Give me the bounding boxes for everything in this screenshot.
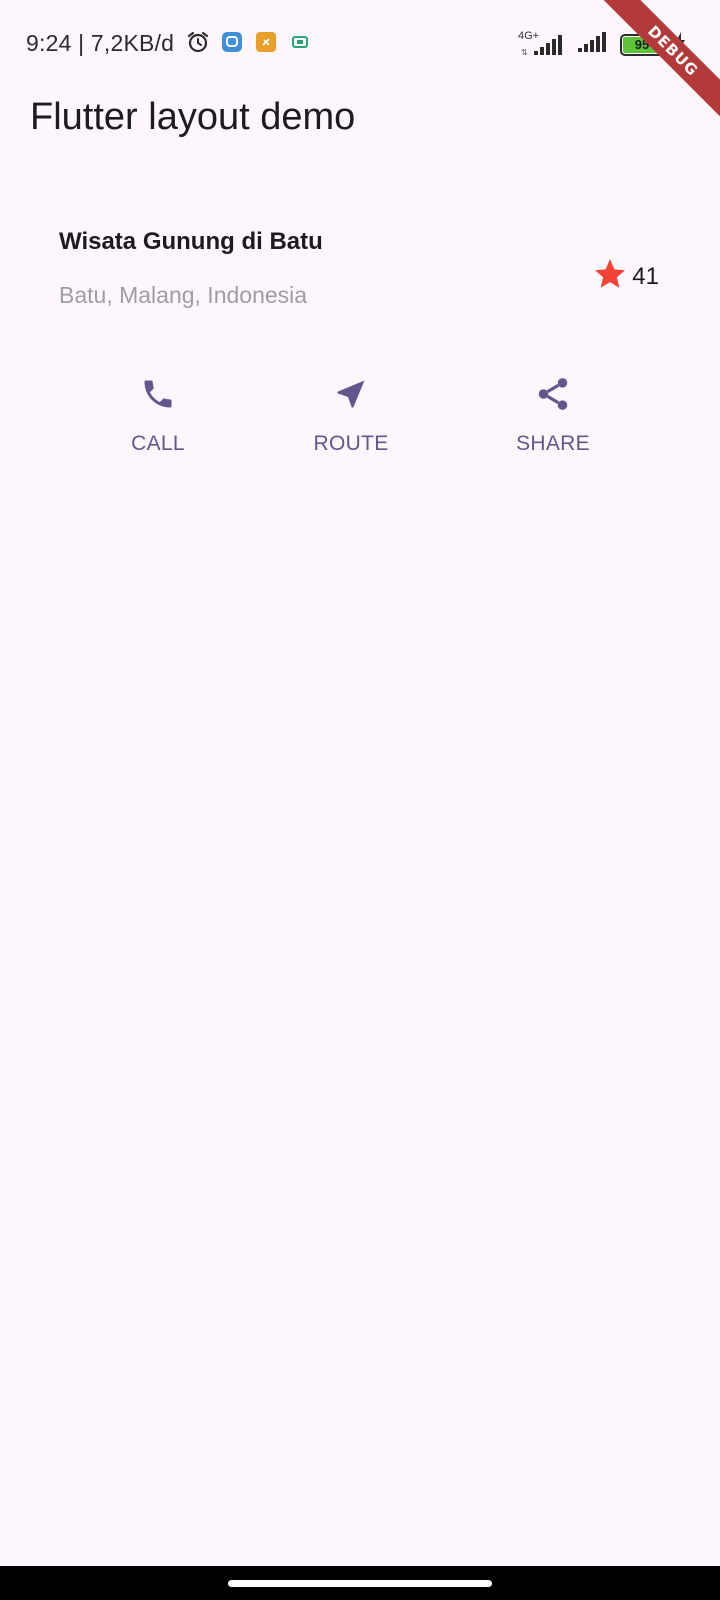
alarm-icon (186, 30, 210, 54)
status-notification-icons (186, 30, 312, 54)
call-button[interactable]: CALL (118, 374, 198, 456)
place-name: Wisata Gunung di Batu (59, 228, 323, 255)
rating-count: 41 (632, 262, 659, 290)
navigation-icon (331, 374, 371, 414)
share-label: SHARE (516, 432, 590, 455)
messenger-app-icon (220, 30, 244, 54)
signal-icon (576, 30, 612, 59)
rating: 41 (592, 256, 659, 297)
route-label: ROUTE (313, 432, 389, 455)
call-label: CALL (131, 432, 185, 455)
system-navigation-bar (0, 1566, 720, 1600)
share-button[interactable]: SHARE (505, 374, 601, 456)
sim-card-icon (288, 30, 312, 54)
star-icon (592, 256, 628, 297)
button-section: CALL ROUTE SHARE (0, 374, 720, 470)
signal-icon: 4G+ ⇅ (518, 30, 568, 57)
home-indicator[interactable] (228, 1580, 492, 1587)
phone-icon (138, 374, 178, 414)
place-location: Batu, Malang, Indonesia (59, 282, 308, 308)
title-section: Wisata Gunung di Batu Batu, Malang, Indo… (59, 228, 659, 318)
share-icon (533, 374, 573, 414)
svg-text:⇅: ⇅ (521, 48, 528, 57)
status-bar: 9:24 | 7,2KB/d 4G+ ⇅ 95 (0, 0, 720, 88)
app-bar-title: Flutter layout demo (30, 96, 356, 138)
route-button[interactable]: ROUTE (306, 374, 396, 456)
notification-app-icon (254, 30, 278, 54)
status-time: 9:24 | 7,2KB/d (26, 30, 175, 56)
